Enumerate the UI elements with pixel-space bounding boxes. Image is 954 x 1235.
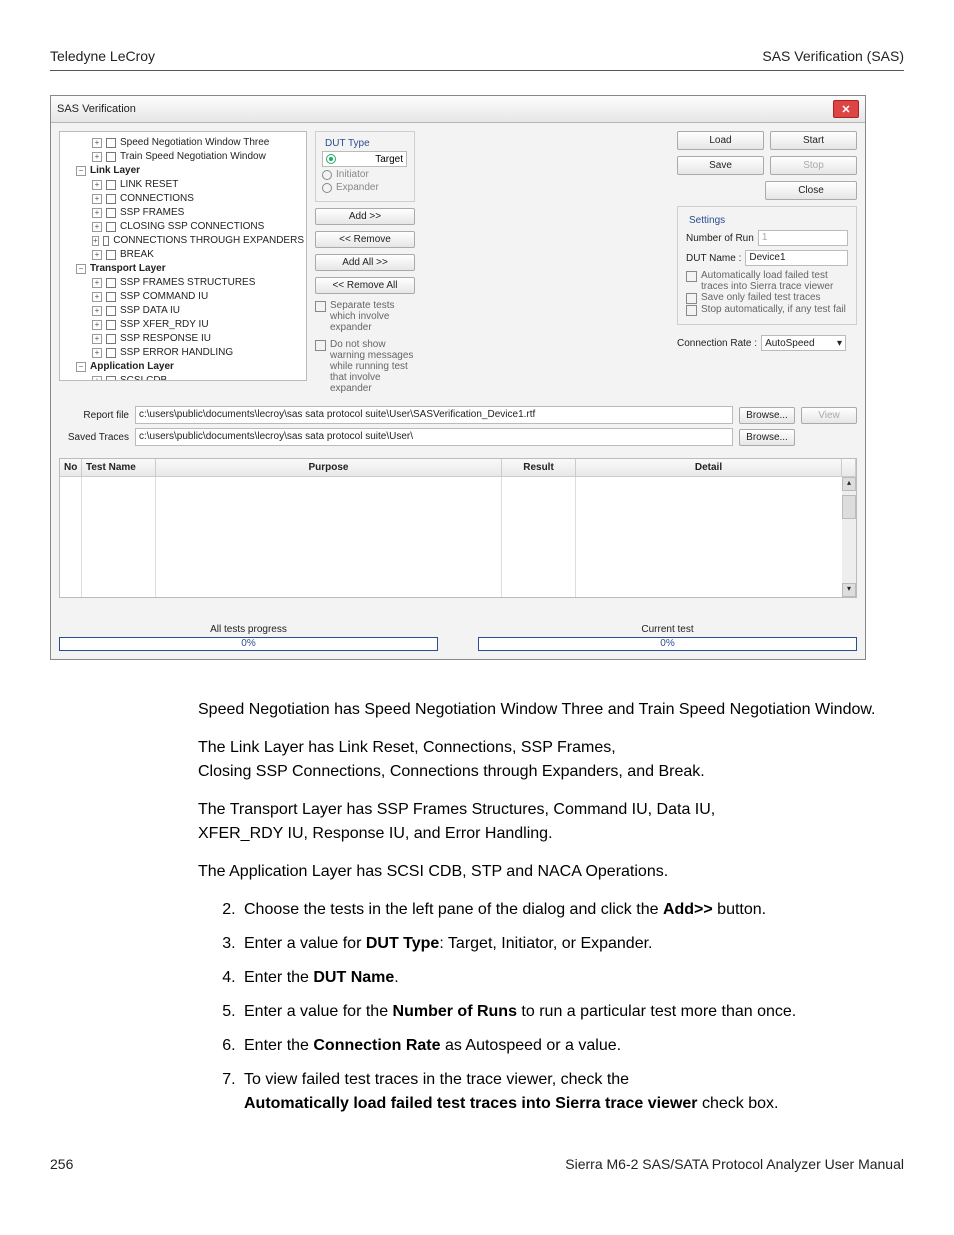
col-purpose[interactable]: Purpose [156, 459, 502, 476]
report-view-button[interactable]: View [801, 407, 857, 424]
tree-item[interactable]: +CLOSING SSP CONNECTIONS [62, 220, 304, 234]
all-tests-progress-bar: 0% [59, 637, 438, 651]
remove-button[interactable]: << Remove [315, 231, 415, 248]
middle-controls: DUT Type Target Initiator Expander Add >… [315, 131, 415, 394]
header-right: SAS Verification (SAS) [762, 48, 904, 64]
col-no[interactable]: No [60, 459, 82, 476]
report-file-label: Report file [59, 410, 129, 421]
chk-no-warning[interactable]: Do not show warning messages while runni… [315, 339, 415, 394]
tree-item[interactable]: +Speed Negotiation Window Three [62, 136, 304, 150]
step-5: Enter a value for the Number of Runs to … [240, 1000, 898, 1024]
stop-button[interactable]: Stop [770, 156, 857, 175]
col-detail[interactable]: Detail [576, 459, 842, 476]
remove-all-button[interactable]: << Remove All [315, 277, 415, 294]
dut-name-input[interactable]: Device1 [745, 250, 848, 266]
saved-traces-input[interactable]: c:\users\public\documents\lecroy\sas sat… [135, 428, 733, 446]
step-2: Choose the tests in the left pane of the… [240, 898, 898, 922]
dut-type-legend: DUT Type [322, 138, 373, 149]
step-7: To view failed test traces in the trace … [240, 1068, 898, 1116]
step-4: Enter the DUT Name. [240, 966, 898, 990]
tree-item[interactable]: −Transport Layer [62, 262, 304, 276]
add-all-button[interactable]: Add All >> [315, 254, 415, 271]
settings-legend: Settings [686, 215, 728, 226]
manual-title: Sierra M6-2 SAS/SATA Protocol Analyzer U… [565, 1156, 904, 1172]
radio-initiator[interactable]: Initiator [322, 169, 408, 180]
radio-target[interactable]: Target [322, 151, 407, 167]
add-button[interactable]: Add >> [315, 208, 415, 225]
current-test-progress-bar: 0% [478, 637, 857, 651]
save-button[interactable]: Save [677, 156, 764, 175]
report-browse-button[interactable]: Browse... [739, 407, 795, 424]
chk-stop-on-fail[interactable]: Stop automatically, if any test fail [686, 304, 848, 316]
tree-item[interactable]: +SSP COMMAND IU [62, 290, 304, 304]
window-title: SAS Verification [57, 103, 136, 115]
tree-item[interactable]: +SCSI CDB [62, 374, 304, 381]
tree-item[interactable]: +LINK RESET [62, 178, 304, 192]
tree-item[interactable]: +SSP ERROR HANDLING [62, 346, 304, 360]
settings-group: Settings Number of Run1 DUT Name :Device… [677, 206, 857, 325]
tree-item[interactable]: +SSP XFER_RDY IU [62, 318, 304, 332]
report-file-input[interactable]: c:\users\public\documents\lecroy\sas sat… [135, 406, 733, 424]
tree-item[interactable]: +SSP FRAMES STRUCTURES [62, 276, 304, 290]
tree-item[interactable]: +SSP DATA IU [62, 304, 304, 318]
current-test-label: Current test [478, 624, 857, 635]
number-of-run-input[interactable]: 1 [758, 230, 848, 246]
body-text: Speed Negotiation has Speed Negotiation … [50, 698, 904, 1116]
page-number: 256 [50, 1156, 73, 1172]
scroll-down-icon[interactable]: ▾ [842, 583, 856, 597]
step-6: Enter the Connection Rate as Autospeed o… [240, 1034, 898, 1058]
all-tests-progress-label: All tests progress [59, 624, 438, 635]
chk-separate-tests[interactable]: Separate tests which involve expander [315, 300, 415, 333]
header-left: Teledyne LeCroy [50, 48, 155, 64]
chevron-down-icon: ▾ [837, 338, 842, 349]
connection-rate-select[interactable]: AutoSpeed▾ [761, 335, 846, 351]
col-result[interactable]: Result [502, 459, 576, 476]
tree-item[interactable]: +CONNECTIONS [62, 192, 304, 206]
traces-browse-button[interactable]: Browse... [739, 429, 795, 446]
start-button[interactable]: Start [770, 131, 857, 150]
radio-expander[interactable]: Expander [322, 182, 408, 193]
results-table: No Test Name Purpose Result Detail ▴ ▾ [59, 458, 857, 598]
tree-item[interactable]: +SSP RESPONSE IU [62, 332, 304, 346]
table-scrollbar[interactable]: ▴ ▾ [842, 477, 856, 597]
load-button[interactable]: Load [677, 131, 764, 150]
test-tree[interactable]: +Speed Negotiation Window Three+Train Sp… [59, 131, 307, 381]
step-3: Enter a value for DUT Type: Target, Init… [240, 932, 898, 956]
tree-item[interactable]: −Link Layer [62, 164, 304, 178]
chk-auto-load-traces[interactable]: Automatically load failed test traces in… [686, 270, 848, 292]
chk-save-only-failed[interactable]: Save only failed test traces [686, 292, 848, 304]
col-test-name[interactable]: Test Name [82, 459, 156, 476]
dut-type-group: DUT Type Target Initiator Expander [315, 131, 415, 202]
saved-traces-label: Saved Traces [59, 432, 129, 443]
header-rule [50, 70, 904, 71]
tree-item[interactable]: +Train Speed Negotiation Window [62, 150, 304, 164]
tree-item[interactable]: +CONNECTIONS THROUGH EXPANDERS [62, 234, 304, 248]
tree-item[interactable]: +SSP FRAMES [62, 206, 304, 220]
close-icon[interactable]: ✕ [833, 100, 859, 118]
screenshot-window: SAS Verification ✕ +Speed Negotiation Wi… [50, 95, 866, 660]
tree-item[interactable]: +BREAK [62, 248, 304, 262]
close-button[interactable]: Close [765, 181, 857, 200]
tree-item[interactable]: −Application Layer [62, 360, 304, 374]
scroll-up-icon[interactable]: ▴ [842, 477, 856, 491]
